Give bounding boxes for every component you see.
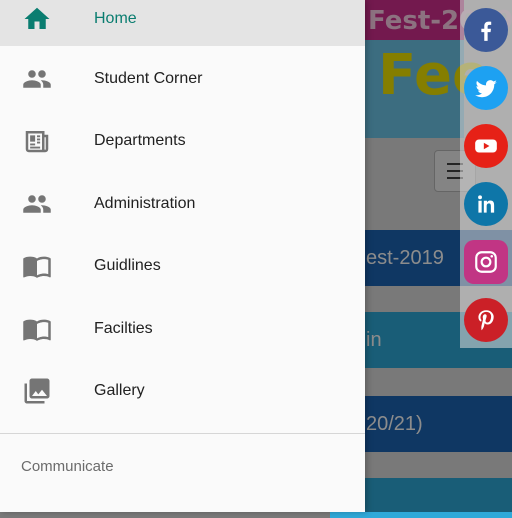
nav-item-label: Gallery [94,381,145,399]
photo-library-icon [22,376,52,406]
people-icon [22,64,52,94]
nav-item-guidlines[interactable]: Guidlines [0,242,365,289]
drawer-divider [0,433,365,434]
facebook-icon[interactable] [464,8,508,52]
navigation-drawer: Home Student Corner Departments Administ… [0,0,365,512]
nav-item-gallery[interactable]: Gallery [0,367,365,414]
nav-item-label: Administration [94,194,196,212]
twitter-icon[interactable] [464,66,508,110]
section-header-communicate: Communicate [21,458,114,475]
nav-item-label: Home [94,10,137,27]
nav-item-home[interactable]: Home [0,0,365,46]
nav-item-label: Student Corner [94,69,203,87]
youtube-icon[interactable] [464,124,508,168]
nav-item-label: Guidlines [94,256,161,274]
nav-item-administration[interactable]: Administration [0,180,365,227]
instagram-icon[interactable] [464,240,508,284]
book-icon [22,251,52,281]
linkedin-icon[interactable] [464,182,508,226]
people-icon [22,189,52,219]
nav-item-label: Facilties [94,319,153,337]
book-icon [22,314,52,344]
newspaper-icon [22,126,52,156]
nav-item-student-corner[interactable]: Student Corner [0,55,365,102]
pinterest-icon[interactable] [464,298,508,342]
nav-item-departments[interactable]: Departments [0,117,365,164]
nav-item-label: Departments [94,131,186,149]
home-icon [22,4,52,34]
social-sidebar [460,0,512,348]
nav-item-facilties[interactable]: Facilties [0,305,365,352]
